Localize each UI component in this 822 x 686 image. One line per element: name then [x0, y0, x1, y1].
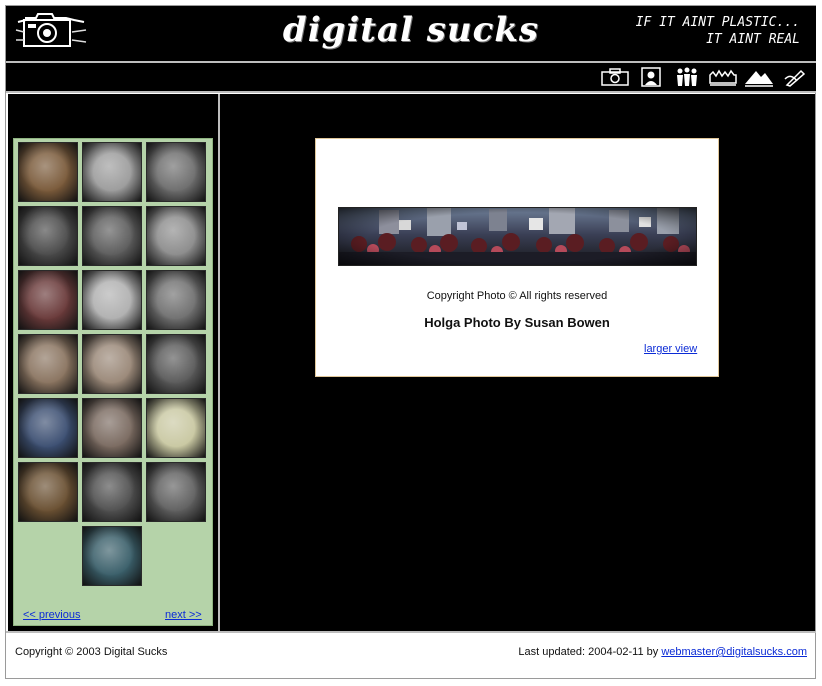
thumbnail-14[interactable]: [82, 398, 142, 458]
last-updated-text: Last updated: 2004-02-11 by: [518, 646, 662, 658]
thumbnail-10[interactable]: [18, 334, 78, 394]
tagline-line-2: IT AINT REAL: [706, 32, 800, 47]
thumbnail-17[interactable]: [82, 462, 142, 522]
camera-icon[interactable]: [600, 66, 630, 88]
panoramic-photo[interactable]: [338, 207, 697, 266]
thumbnail-6[interactable]: [146, 206, 206, 266]
footer-divider: [6, 631, 816, 633]
photo-caption: Holga Photo By Susan Bowen: [424, 315, 610, 330]
thumbnail-4[interactable]: [18, 206, 78, 266]
thumbnail-8[interactable]: [82, 270, 142, 330]
thumbnail-7[interactable]: [18, 270, 78, 330]
webmaster-email-link[interactable]: webmaster@digitalsucks.com: [661, 646, 807, 658]
photo-copyright: Copyright Photo © All rights reserved: [426, 290, 608, 302]
larger-view-link[interactable]: larger view: [644, 343, 697, 355]
crowd-icon[interactable]: [708, 66, 738, 88]
portrait-icon[interactable]: [636, 66, 666, 88]
next-link[interactable]: next >>: [165, 609, 202, 621]
thumbnail-15[interactable]: [146, 398, 206, 458]
thumbnail-3[interactable]: [146, 142, 206, 202]
mountain-icon[interactable]: [744, 66, 774, 88]
pen-icon[interactable]: [780, 66, 810, 88]
thumbnail-9[interactable]: [146, 270, 206, 330]
thumbnail-13[interactable]: [18, 398, 78, 458]
footer-copyright: Copyright © 2003 Digital Sucks: [15, 646, 168, 658]
nav-divider: [6, 91, 816, 93]
thumbnail-11[interactable]: [82, 334, 142, 394]
thumbnail-18[interactable]: [146, 462, 206, 522]
tagline-line-1: IF IT AINT PLASTIC...: [635, 15, 800, 30]
thumbnail-12[interactable]: [146, 334, 206, 394]
tagline: IF IT AINT PLASTIC... IT AINT REAL: [636, 14, 800, 48]
previous-link[interactable]: << previous: [23, 609, 80, 621]
thumbnail-2[interactable]: [82, 142, 142, 202]
footer-last-updated: Last updated: 2004-02-11 by webmaster@di…: [518, 646, 807, 658]
thumbnail-1[interactable]: [18, 142, 78, 202]
nav-icons: [600, 66, 810, 88]
thumbnail-5[interactable]: [82, 206, 142, 266]
thumbnail-19[interactable]: [82, 526, 142, 586]
people-icon[interactable]: [672, 66, 702, 88]
thumbnail-16[interactable]: [18, 462, 78, 522]
